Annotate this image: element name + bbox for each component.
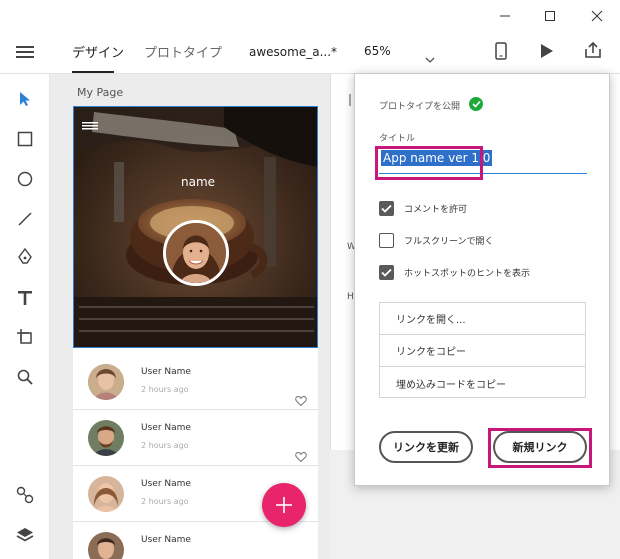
hero-image[interactable]: name — [73, 106, 318, 348]
text-tool-icon[interactable] — [14, 287, 36, 309]
window-title-bar — [0, 0, 620, 32]
allow-comments-option[interactable]: コメントを許可 — [379, 199, 467, 217]
checkbox-checked-icon[interactable] — [379, 264, 394, 280]
ellipse-tool-icon[interactable] — [14, 168, 36, 190]
checkbox-unchecked-icon[interactable] — [379, 232, 394, 248]
tools-panel — [0, 74, 50, 559]
symbols-icon[interactable] — [14, 484, 36, 506]
avatar — [88, 420, 124, 456]
hamburger-menu-icon[interactable] — [16, 44, 34, 64]
artboard-label[interactable]: My Page — [77, 86, 123, 99]
profile-name: name — [181, 175, 216, 189]
link-actions-menu: リンクを開く... リンクをコピー 埋め込みコードをコピー — [379, 302, 586, 398]
tab-design[interactable]: デザイン — [72, 42, 124, 61]
copy-embed-code-item[interactable]: 埋め込みコードをコピー — [380, 367, 585, 399]
user-name: User Name — [141, 479, 191, 489]
checkbox-label: コメントを許可 — [404, 204, 468, 215]
copy-link-item[interactable]: リンクをコピー — [380, 335, 585, 367]
title-label: タイトル — [379, 134, 416, 144]
checkbox-checked-icon[interactable] — [379, 200, 394, 216]
device-preview-icon[interactable] — [495, 42, 507, 64]
layers-icon[interactable] — [14, 524, 36, 546]
publish-label: プロトタイプを公開 — [379, 102, 461, 112]
timestamp: 2 hours ago — [141, 441, 189, 450]
maximize-icon[interactable] — [527, 0, 573, 32]
title-highlight-box — [375, 146, 483, 180]
line-tool-icon[interactable] — [14, 208, 36, 230]
chevron-down-icon[interactable] — [425, 48, 435, 67]
app-header: デザイン プロトタイプ awesome_a...* 65% — [0, 32, 620, 74]
close-icon[interactable] — [574, 0, 620, 32]
update-link-button[interactable]: リンクを更新 — [379, 431, 473, 463]
timestamp: 2 hours ago — [141, 497, 189, 506]
user-name: User Name — [141, 535, 191, 545]
checkbox-label: フルスクリーンで開く — [404, 236, 494, 247]
avatar — [88, 364, 124, 400]
list-item[interactable]: User Name 2 hours ago — [73, 354, 318, 410]
profile-avatar[interactable] — [163, 220, 229, 286]
new-link-highlight-box — [488, 428, 592, 468]
heart-icon[interactable] — [295, 392, 307, 407]
list-item[interactable]: User Name — [73, 522, 318, 559]
user-name: User Name — [141, 423, 191, 433]
add-fab-button[interactable] — [262, 483, 306, 527]
artboard-tool-icon[interactable] — [14, 326, 36, 348]
tab-prototype[interactable]: プロトタイプ — [144, 42, 222, 61]
heart-icon[interactable] — [295, 448, 307, 463]
timestamp: 2 hours ago — [141, 385, 189, 394]
active-tab-indicator — [72, 71, 114, 73]
play-icon[interactable] — [540, 43, 554, 63]
fullscreen-option[interactable]: フルスクリーンで開く — [379, 231, 494, 249]
avatar — [88, 532, 124, 559]
hotspot-hints-option[interactable]: ホットスポットのヒントを表示 — [379, 263, 530, 281]
open-link-item[interactable]: リンクを開く... — [380, 303, 585, 335]
success-check-icon — [469, 97, 483, 111]
plus-icon — [276, 497, 292, 513]
select-tool-icon[interactable] — [14, 88, 36, 110]
document-filename: awesome_a...* — [249, 45, 338, 59]
share-icon[interactable] — [584, 41, 602, 63]
publish-prototype-popup: プロトタイプを公開 タイトル App name ver 1.0 コメントを許可 … — [354, 73, 610, 486]
pen-tool-icon[interactable] — [14, 246, 36, 268]
checkbox-label: ホットスポットのヒントを表示 — [404, 268, 531, 279]
hero-menu-icon[interactable] — [82, 115, 98, 134]
height-label: H — [347, 292, 354, 302]
avatar — [88, 476, 124, 512]
user-name: User Name — [141, 367, 191, 377]
zoom-tool-icon[interactable] — [14, 366, 36, 388]
list-item[interactable]: User Name 2 hours ago — [73, 410, 318, 466]
minimize-icon[interactable] — [482, 0, 528, 32]
rectangle-tool-icon[interactable] — [14, 128, 36, 150]
zoom-level[interactable]: 65% — [364, 44, 391, 58]
